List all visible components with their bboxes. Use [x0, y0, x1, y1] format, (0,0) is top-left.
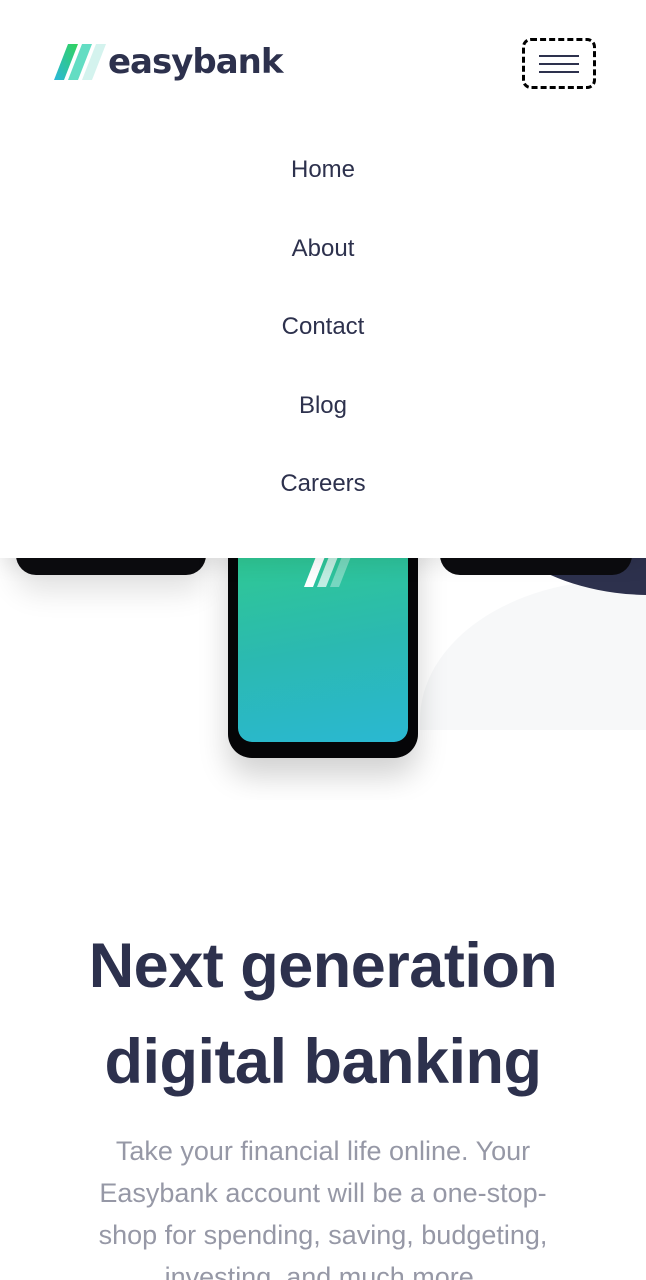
nav-item-blog[interactable]: Blog [0, 392, 646, 471]
headline-line-1: Next generation [88, 931, 558, 1001]
phone-mockup-center [228, 540, 418, 758]
phone-screen [238, 540, 408, 742]
background-curve-light [420, 580, 646, 730]
site-header: easybank [0, 0, 646, 120]
brand-logo[interactable]: easybank [54, 42, 284, 82]
nav-item-careers[interactable]: Careers [0, 470, 646, 549]
headline-line-2: digital banking [104, 1027, 542, 1097]
hamburger-line [539, 62, 579, 65]
hero-illustration [0, 540, 646, 800]
brand-name: easybank [108, 42, 284, 82]
easybank-logo-icon [54, 44, 106, 80]
mobile-nav-menu: Home About Contact Blog Careers [0, 120, 646, 558]
hamburger-line [539, 70, 579, 73]
hero-content: Next generation digital banking Take you… [0, 918, 646, 1280]
hero-headline: Next generation digital banking [0, 918, 646, 1110]
nav-list: Home About Contact Blog Careers [0, 120, 646, 549]
nav-item-home[interactable]: Home [0, 156, 646, 235]
easybank-screen-logo-icon [304, 554, 352, 587]
hamburger-menu-icon [539, 54, 579, 57]
hamburger-menu-button[interactable] [522, 38, 596, 89]
hero-description: Take your financial life online. Your Ea… [98, 1136, 548, 1280]
nav-item-contact[interactable]: Contact [0, 313, 646, 392]
nav-item-about[interactable]: About [0, 235, 646, 314]
